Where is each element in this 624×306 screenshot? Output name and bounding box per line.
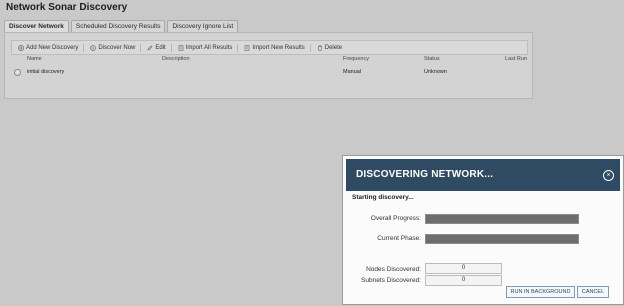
trash-icon [317, 45, 323, 51]
tab-discovery-ignore-list[interactable]: Discovery Ignore List [167, 20, 239, 32]
import-all-results-button[interactable]: Import All Results [178, 44, 233, 51]
add-new-discovery-button[interactable]: Add New Discovery [18, 45, 78, 51]
discover-icon [90, 44, 97, 51]
nodes-discovered-label: Nodes Discovered: [366, 266, 421, 273]
toolbar-divider [140, 43, 142, 52]
discover-network-panel: Add New Discovery Discover Now Edit Impo… [4, 32, 533, 99]
pencil-icon [147, 44, 153, 51]
dialog-header: DISCOVERING NETWORK... × [346, 159, 620, 191]
toolbar-divider [237, 43, 239, 52]
import-all-results-label: Import All Results [185, 44, 233, 51]
toolbar-divider [83, 43, 85, 52]
dialog-title: DISCOVERING NETWORK... [356, 169, 494, 180]
import-icon [244, 44, 250, 51]
grid-header: Name Description Frequency Status Last R… [11, 55, 528, 64]
close-icon[interactable]: × [603, 170, 614, 181]
subnets-discovered-label: Subnets Discovered: [361, 277, 421, 284]
edit-label: Edit [155, 44, 166, 51]
toolbar-divider [309, 43, 311, 52]
import-new-results-button[interactable]: Import New Results [244, 44, 305, 51]
discovery-status-text: Starting discovery... [352, 194, 414, 201]
discover-now-button[interactable]: Discover Now [90, 45, 135, 51]
overall-progress-bar [425, 214, 579, 224]
column-header-name[interactable]: Name [27, 56, 42, 62]
import-icon [178, 44, 184, 51]
tab-strip: Discover Network Scheduled Discovery Res… [4, 20, 240, 32]
row-select-radio[interactable] [14, 69, 21, 76]
cancel-button[interactable]: CANCEL [577, 286, 609, 298]
nodes-discovered-value: 0 [425, 263, 502, 274]
column-header-description[interactable]: Description [162, 56, 190, 62]
add-new-discovery-label: Add New Discovery [26, 44, 79, 51]
tab-scheduled-discovery-results[interactable]: Scheduled Discovery Results [70, 20, 166, 32]
subnets-discovered-value: 0 [425, 275, 502, 286]
column-header-status[interactable]: Status [424, 56, 440, 62]
current-phase-label: Current Phase: [377, 235, 421, 242]
run-in-background-button[interactable]: RUN IN BACKGROUND [506, 286, 575, 298]
column-header-frequency[interactable]: Frequency [343, 56, 369, 62]
row-name: initial discovery [27, 69, 65, 75]
row-status: Unknown [424, 69, 447, 75]
current-phase-fill [426, 235, 578, 243]
toolbar-divider [170, 43, 172, 52]
edit-button[interactable]: Edit [147, 44, 166, 51]
toolbar: Add New Discovery Discover Now Edit Impo… [11, 40, 528, 55]
overall-progress-label: Overall Progress: [370, 215, 421, 222]
discovering-network-dialog: DISCOVERING NETWORK... × Starting discov… [342, 155, 624, 305]
column-header-last-run[interactable]: Last Run [505, 56, 527, 62]
delete-button[interactable]: Delete [317, 45, 342, 51]
table-row[interactable]: initial discovery Manual Unknown [11, 68, 528, 77]
import-new-results-label: Import New Results [252, 44, 305, 51]
add-icon [18, 44, 24, 51]
discover-now-label: Discover Now [98, 44, 136, 51]
row-frequency: Manual [343, 69, 362, 75]
page-title: Network Sonar Discovery [6, 2, 128, 13]
tab-discover-network[interactable]: Discover Network [4, 20, 69, 32]
delete-label: Delete [324, 44, 343, 51]
overall-progress-fill [426, 215, 578, 223]
current-phase-bar [425, 234, 579, 244]
